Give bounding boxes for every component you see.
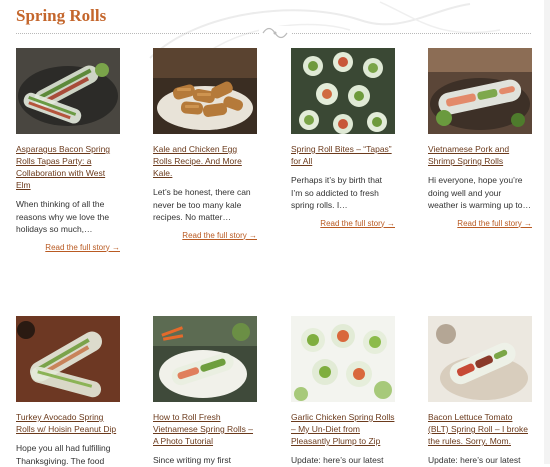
post-title-link[interactable]: How to Roll Fresh Vietnamese Spring Roll…	[153, 411, 257, 447]
post-thumbnail-link[interactable]	[428, 48, 532, 134]
post-card: Bacon Lettuce Tomato (BLT) Spring Roll –…	[428, 316, 532, 467]
pork-shrimp-spring-rolls-photo	[428, 48, 532, 134]
post-title-link[interactable]: Spring Roll Bites – “Tapas” for All	[291, 143, 395, 167]
post-card: Spring Roll Bites – “Tapas” for All Perh…	[291, 48, 395, 228]
post-card: Garlic Chicken Spring Rolls – My Un-Diet…	[291, 316, 395, 467]
garlic-chicken-spring-rolls-photo	[291, 316, 395, 402]
post-excerpt: Hope you all had fulfilling Thanksgiving…	[16, 443, 111, 466]
fresh-vietnamese-spring-rolls-photo	[153, 316, 257, 402]
post-title-link[interactable]: Asparagus Bacon Spring Rolls Tapas Party…	[16, 143, 120, 191]
read-full-story-link[interactable]: Read the full story →	[16, 243, 120, 252]
post-title-link[interactable]: Turkey Avocado Spring Rolls w/ Hoisin Pe…	[16, 411, 120, 435]
post-card: Vietnamese Pork and Shrimp Spring Rolls …	[428, 48, 532, 228]
post-thumbnail-link[interactable]	[291, 316, 395, 402]
spring-roll-bites-photo	[291, 48, 395, 134]
post-title-link[interactable]: Garlic Chicken Spring Rolls – My Un-Diet…	[291, 411, 395, 447]
post-card: Turkey Avocado Spring Rolls w/ Hoisin Pe…	[16, 316, 120, 467]
post-thumbnail-link[interactable]	[16, 48, 120, 134]
read-full-story-link[interactable]: Read the full story →	[291, 219, 395, 228]
post-excerpt: Since writing my first	[153, 455, 231, 465]
post-excerpt: Perhaps it’s by birth that I’m so addict…	[291, 175, 383, 210]
post-thumbnail-link[interactable]	[16, 316, 120, 402]
post-thumbnail-link[interactable]	[428, 316, 532, 402]
post-title-link[interactable]: Kale and Chicken Egg Rolls Recipe. And M…	[153, 143, 257, 179]
post-thumbnail-link[interactable]	[153, 316, 257, 402]
blt-spring-roll-photo	[428, 316, 532, 402]
post-thumbnail-link[interactable]	[153, 48, 257, 134]
post-title-link[interactable]: Vietnamese Pork and Shrimp Spring Rolls	[428, 143, 532, 167]
read-full-story-link[interactable]: Read the full story →	[153, 231, 257, 240]
asparagus-bacon-spring-rolls-photo	[16, 48, 120, 134]
divider-ornament	[259, 26, 291, 40]
post-excerpt: Update: here’s our latest	[428, 455, 521, 465]
section-title: Spring Rolls	[16, 6, 107, 25]
kale-chicken-egg-rolls-photo	[153, 48, 257, 134]
post-excerpt: Let’s be honest, there can never be too …	[153, 187, 251, 222]
post-card: Asparagus Bacon Spring Rolls Tapas Party…	[16, 48, 120, 252]
post-title-link[interactable]: Bacon Lettuce Tomato (BLT) Spring Roll –…	[428, 411, 532, 447]
post-card: Kale and Chicken Egg Rolls Recipe. And M…	[153, 48, 257, 240]
post-card: How to Roll Fresh Vietnamese Spring Roll…	[153, 316, 257, 467]
page-edge	[544, 0, 550, 464]
post-excerpt: When thinking of all the reasons why we …	[16, 199, 110, 234]
post-thumbnail-link[interactable]	[291, 48, 395, 134]
post-excerpt: Update: here’s our latest	[291, 455, 384, 465]
post-excerpt: Hi everyone, hope you’re doing well and …	[428, 175, 531, 210]
turkey-avocado-spring-rolls-photo	[16, 316, 120, 402]
read-full-story-link[interactable]: Read the full story →	[428, 219, 532, 228]
